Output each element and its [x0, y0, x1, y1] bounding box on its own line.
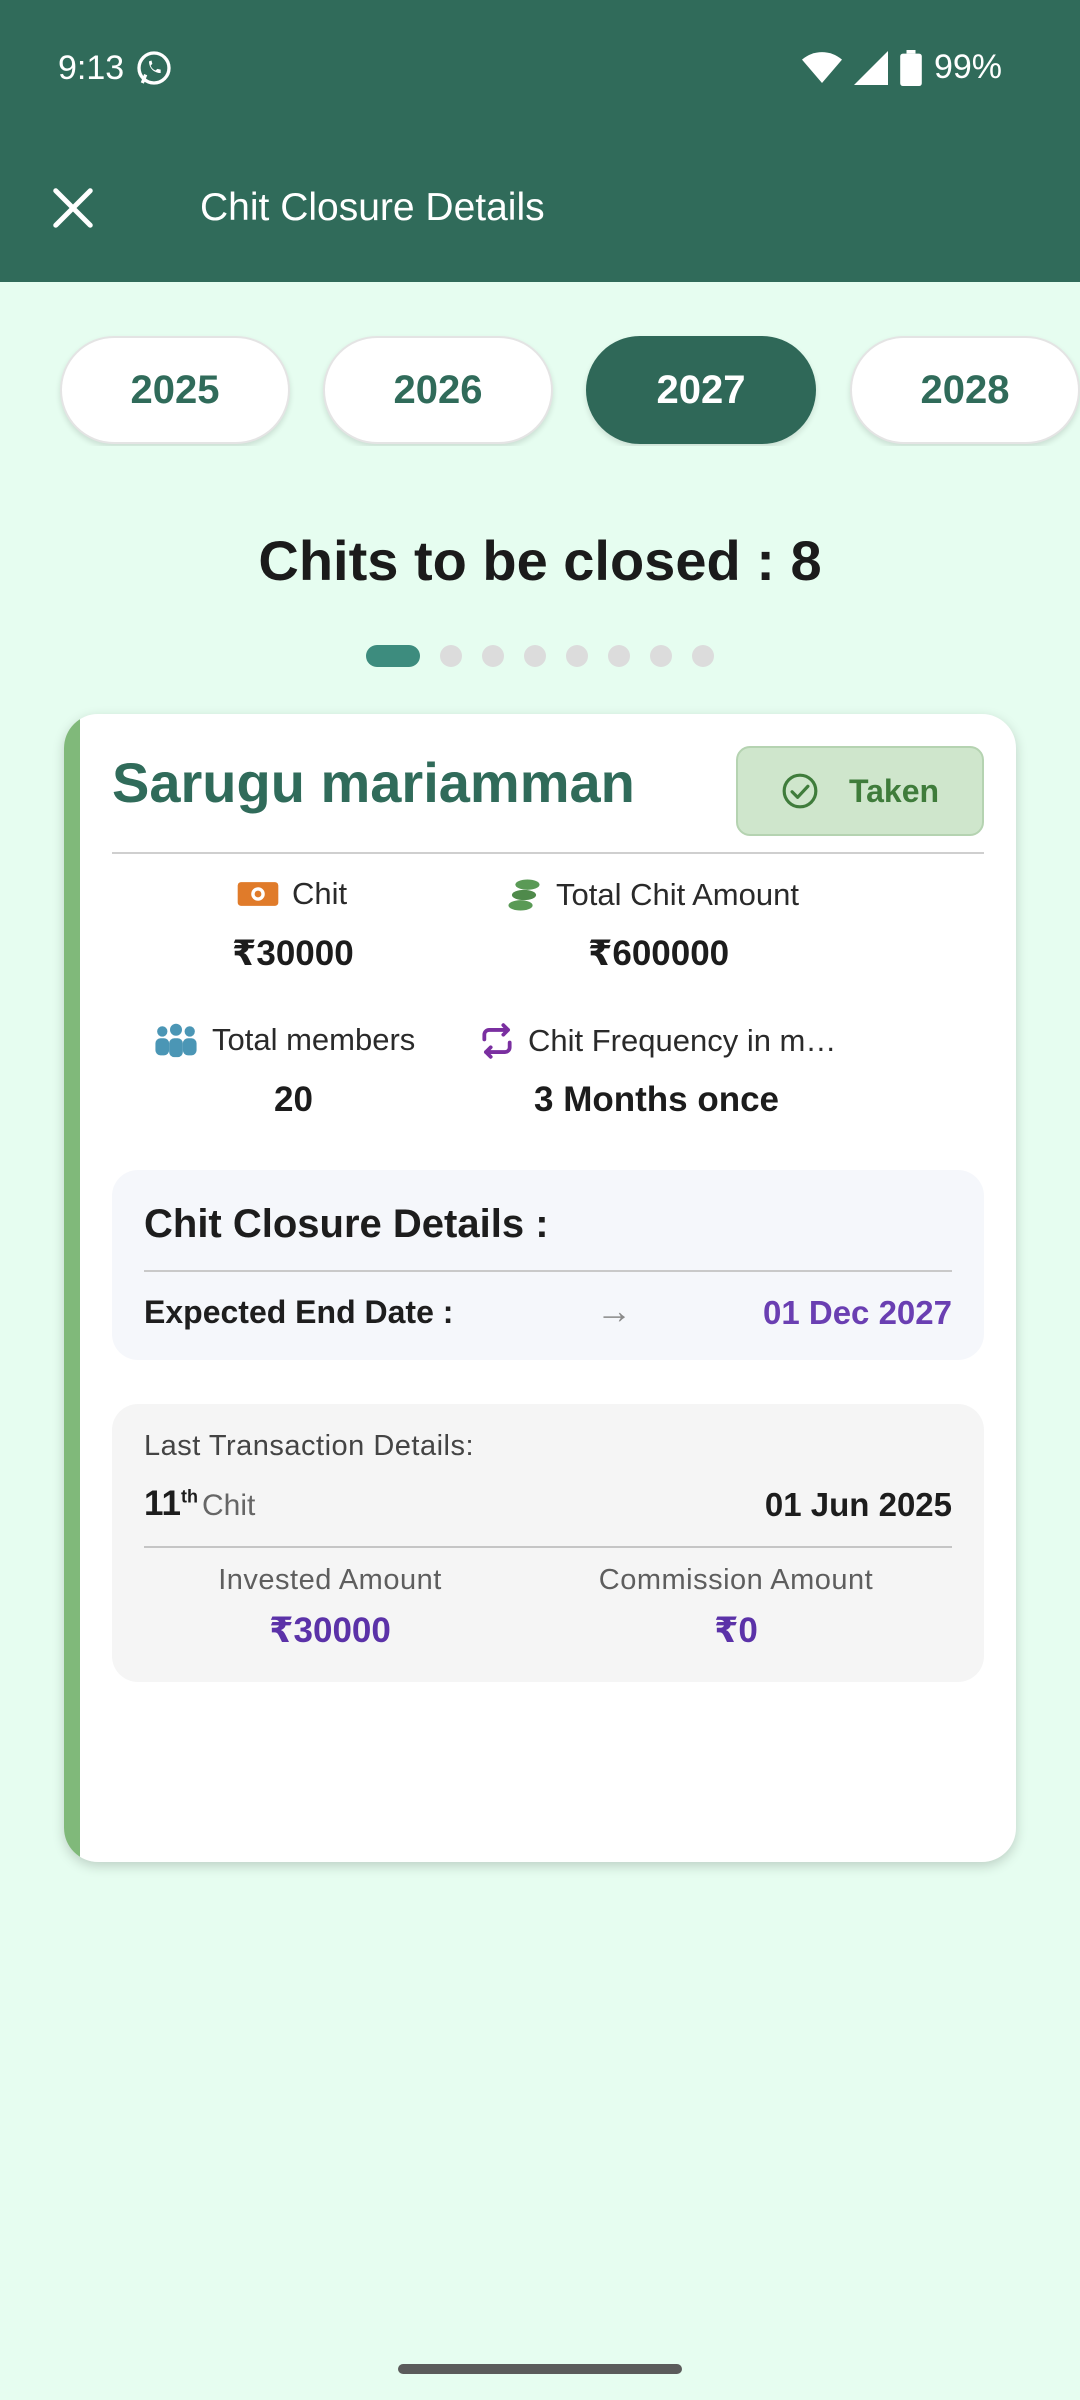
page-dot[interactable] — [440, 645, 462, 667]
frequency-value: 3 Months once — [534, 1080, 780, 1119]
chit-label: Chit — [292, 876, 348, 911]
battery-percent: 99% — [933, 48, 1002, 86]
invested-value: ₹30000 — [269, 1611, 391, 1650]
commission-column: Commission Amount ₹0 — [536, 1564, 936, 1651]
transaction-chit-number: 11th Chit — [144, 1484, 255, 1524]
members-value: 20 — [274, 1080, 313, 1119]
closure-divider — [144, 1270, 952, 1272]
year-selector: 2025 2026 2027 2028 — [0, 334, 1080, 446]
wifi-icon — [801, 51, 842, 83]
status-time: 9:13 — [58, 48, 174, 88]
card-divider — [112, 852, 984, 854]
chit-label-row: Chit — [236, 876, 347, 912]
year-chip-2028[interactable]: 2028 — [850, 336, 1080, 444]
members-label-row: Total members — [152, 1022, 415, 1058]
year-chip-2026[interactable]: 2026 — [323, 336, 553, 444]
chits-to-close-heading: Chits to be closed : 8 — [258, 529, 822, 592]
total-amount-label: Total Chit Amount — [556, 877, 799, 912]
status-time-text: 9:13 — [58, 48, 125, 87]
commission-label: Commission Amount — [598, 1564, 874, 1596]
invested-column: Invested Amount ₹30000 — [130, 1564, 530, 1651]
card-accent-stripe — [64, 714, 80, 1862]
page-dot[interactable] — [692, 645, 714, 667]
chit-name: Sarugu mariamman — [112, 751, 635, 814]
chit-number: 11 — [144, 1484, 181, 1523]
close-icon[interactable] — [50, 185, 96, 231]
frequency-label: Chit Frequency in m… — [528, 1023, 837, 1058]
closure-details-box: Chit Closure Details : Expected End Date… — [112, 1170, 984, 1360]
invested-label: Invested Amount — [218, 1564, 442, 1596]
page-dot[interactable] — [566, 645, 588, 667]
chit-number-suffix: th — [181, 1486, 198, 1507]
members-label: Total members — [212, 1022, 416, 1057]
check-circle-icon — [782, 773, 818, 809]
transaction-title: Last Transaction Details: — [144, 1430, 475, 1462]
home-indicator[interactable] — [398, 2364, 682, 2374]
group-icon — [155, 1023, 197, 1058]
total-amount-value: ₹600000 — [588, 934, 730, 973]
chit-word: Chit — [202, 1489, 256, 1522]
expected-end-label: Expected End Date : — [144, 1294, 454, 1330]
last-transaction-box: Last Transaction Details: 11th Chit 01 Ju… — [112, 1404, 984, 1682]
transaction-divider — [144, 1546, 952, 1548]
chit-value: ₹30000 — [232, 934, 354, 973]
status-badge: Taken — [736, 746, 984, 836]
year-chip-2025[interactable]: 2025 — [60, 336, 290, 444]
page-dot[interactable] — [608, 645, 630, 667]
app-bar: 9:13 99% Chit Closure Details — [0, 0, 1080, 282]
frequency-label-row: Chit Frequency in m… — [478, 1022, 836, 1060]
page-dot[interactable] — [366, 645, 420, 667]
total-amount-label-row: Total Chit Amount — [504, 876, 799, 914]
page-dot[interactable] — [482, 645, 504, 667]
repeat-icon — [482, 1023, 512, 1059]
commission-value: ₹0 — [714, 1611, 758, 1650]
year-chip-2027[interactable]: 2027 — [586, 336, 816, 444]
whatsapp-icon — [137, 51, 171, 85]
status-icons: 99% — [801, 48, 1002, 87]
page-dot[interactable] — [650, 645, 672, 667]
closure-title: Chit Closure Details : — [144, 1202, 549, 1246]
arrow-right-icon: → — [596, 1290, 632, 1331]
chit-card[interactable]: Sarugu mariamman Taken Chit ₹30000 Total… — [64, 714, 1016, 1862]
page-title: Chit Closure Details — [200, 186, 545, 229]
money-icon — [237, 882, 279, 906]
page-dot[interactable] — [524, 645, 546, 667]
page-indicator — [366, 645, 714, 667]
battery-icon — [900, 49, 922, 86]
coins-icon — [508, 879, 540, 911]
status-badge-label: Taken — [848, 772, 940, 809]
transaction-date: 01 Jun 2025 — [764, 1486, 952, 1523]
expected-end-date: 01 Dec 2027 — [763, 1294, 952, 1331]
cell-signal-icon — [853, 50, 888, 85]
